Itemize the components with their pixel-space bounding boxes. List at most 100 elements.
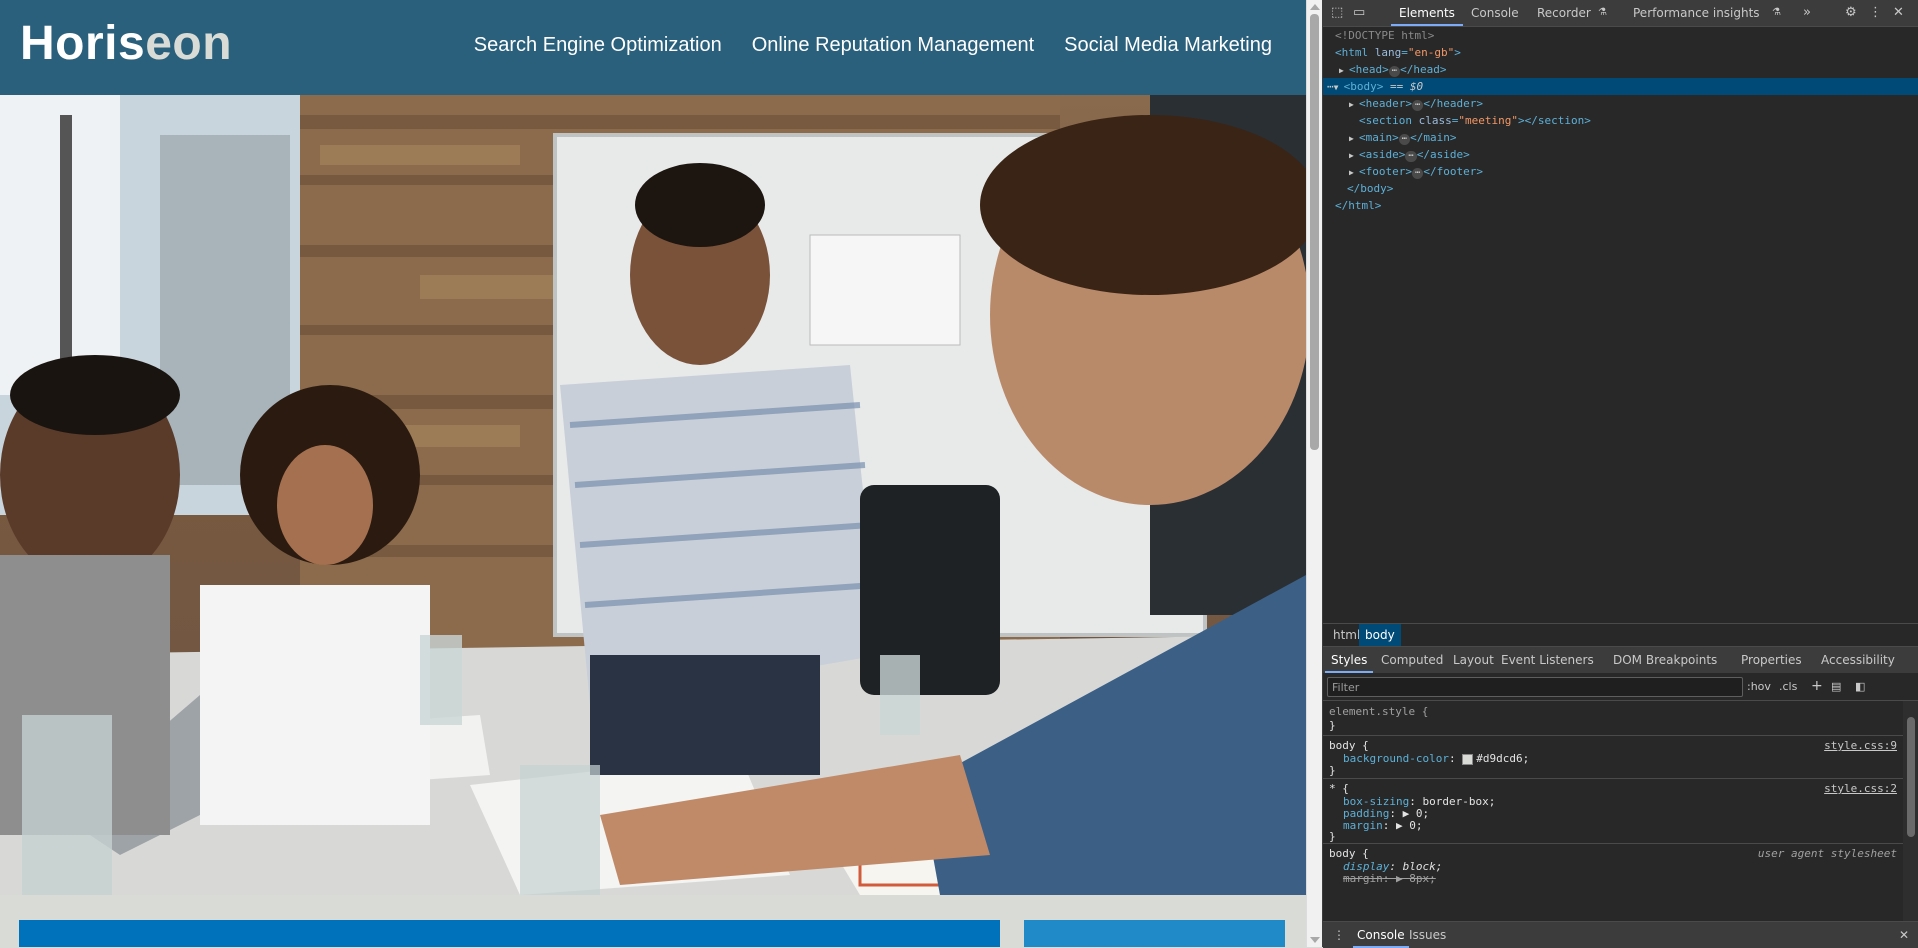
site-logo[interactable]: Horiseon bbox=[20, 16, 232, 71]
dom-node-html[interactable]: <html lang="en-gb"> bbox=[1323, 44, 1918, 61]
scroll-down-arrow-icon[interactable] bbox=[1310, 937, 1320, 943]
devtools-tab-bar: ⬚ ▭ Elements Console Recorder ⚗ Performa… bbox=[1323, 0, 1918, 27]
expand-triangle-icon[interactable]: ▶ bbox=[1339, 62, 1349, 79]
dom-node-header[interactable]: ▶ <header> ⋯ </header> bbox=[1323, 95, 1918, 112]
dom-node-body-close[interactable]: </body> bbox=[1323, 180, 1918, 197]
expand-triangle-icon[interactable]: ▶ bbox=[1349, 130, 1359, 147]
tab-dom-breakpoints[interactable]: DOM Breakpoints bbox=[1613, 647, 1717, 673]
section-attr-value: "meeting" bbox=[1458, 114, 1518, 127]
experiment-flask-icon: ⚗ bbox=[1772, 7, 1781, 18]
aside-close-tag: aside bbox=[1430, 148, 1464, 161]
nav-link-seo[interactable]: Search Engine Optimization bbox=[474, 34, 722, 57]
new-style-rule-icon[interactable]: + bbox=[1811, 673, 1823, 700]
page-scrollbar[interactable] bbox=[1306, 0, 1323, 947]
drawer-menu-icon[interactable]: ⋮ bbox=[1333, 922, 1345, 948]
breadcrumb-body[interactable]: body bbox=[1359, 624, 1401, 646]
dom-node-section[interactable]: <section class="meeting"></section> bbox=[1323, 112, 1918, 129]
expand-triangle-icon[interactable]: ▶ bbox=[1349, 164, 1359, 181]
drawer-tab-console[interactable]: Console bbox=[1353, 922, 1409, 948]
ellipsis-badge[interactable]: ⋯ bbox=[1412, 100, 1424, 111]
rule-selector[interactable]: body { bbox=[1329, 847, 1369, 861]
styles-scrollbar[interactable] bbox=[1903, 701, 1918, 921]
rule-source-link[interactable]: style.css:9 bbox=[1824, 739, 1897, 753]
rule-close-brace: } bbox=[1329, 830, 1336, 843]
rule-selector[interactable]: * { bbox=[1329, 782, 1349, 796]
ellipsis-badge[interactable]: ⋯ bbox=[1398, 134, 1411, 145]
html-attr-value: "en-gb" bbox=[1407, 46, 1455, 59]
dom-node-main[interactable]: ▶ <main> ⋯ </main> bbox=[1323, 129, 1918, 146]
ellipsis-badge[interactable]: ⋯ bbox=[1388, 66, 1401, 77]
styles-filter-input[interactable] bbox=[1327, 677, 1743, 697]
close-drawer-icon[interactable]: ✕ bbox=[1899, 922, 1909, 948]
scroll-up-arrow-icon[interactable] bbox=[1310, 4, 1320, 10]
style-rule-universal: * { style.css:2 box-sizing: border-box; … bbox=[1323, 779, 1903, 844]
element-style-selector[interactable]: element.style { bbox=[1329, 705, 1428, 719]
ellipsis-badge[interactable]: ⋯ bbox=[1412, 168, 1424, 179]
style-rule-element: element.style { } bbox=[1323, 701, 1903, 736]
kebab-menu-icon[interactable]: ⋮ bbox=[1869, 0, 1882, 26]
rule-source-link[interactable]: style.css:2 bbox=[1824, 782, 1897, 796]
paint-brush-icon[interactable]: ▤ bbox=[1831, 673, 1841, 700]
property-name: margin bbox=[1343, 819, 1383, 832]
nav-link-social[interactable]: Social Media Marketing bbox=[1064, 34, 1272, 57]
more-actions-icon[interactable]: ⋯ bbox=[1327, 80, 1334, 93]
main-tag: main bbox=[1365, 131, 1393, 144]
hero-photo-illustration bbox=[0, 95, 1306, 895]
tab-console[interactable]: Console bbox=[1471, 0, 1519, 26]
property-name: background-color bbox=[1343, 752, 1449, 765]
styles-pane: element.style { } body { style.css:9 bac… bbox=[1323, 701, 1903, 921]
tab-styles[interactable]: Styles bbox=[1324, 647, 1374, 673]
tab-event-listeners[interactable]: Event Listeners bbox=[1501, 647, 1594, 673]
toggle-sidebar-icon[interactable]: ◧ bbox=[1855, 673, 1865, 700]
logo-text-accent: eon bbox=[145, 17, 233, 70]
tab-recorder[interactable]: Recorder bbox=[1537, 0, 1591, 26]
section-tag: section bbox=[1365, 114, 1412, 127]
style-declaration[interactable]: background-color: #d9dcd6; bbox=[1343, 752, 1529, 766]
dom-node-head[interactable]: ▶ <head> ⋯ </head> bbox=[1323, 61, 1918, 78]
tab-layout[interactable]: Layout bbox=[1453, 647, 1494, 673]
dom-node-aside[interactable]: ▶ <aside> ⋯ </aside> bbox=[1323, 146, 1918, 163]
dom-node-body[interactable]: ⋯▼ <body> == $0 bbox=[1323, 78, 1918, 95]
head-close-tag: head bbox=[1413, 63, 1440, 76]
tab-accessibility[interactable]: Accessibility bbox=[1821, 647, 1895, 673]
page-scroll-thumb[interactable] bbox=[1310, 14, 1319, 450]
expand-triangle-icon[interactable]: ▶ bbox=[1349, 147, 1359, 164]
selected-node-marker: == $0 bbox=[1390, 80, 1424, 93]
tab-performance-insights[interactable]: Performance insights bbox=[1633, 0, 1760, 26]
section-close-tag: section bbox=[1537, 114, 1585, 127]
close-icon[interactable]: ✕ bbox=[1893, 0, 1904, 26]
breadcrumb: html body bbox=[1323, 623, 1918, 646]
dom-node-html-close[interactable]: </html> bbox=[1323, 197, 1918, 214]
rule-close-brace: } bbox=[1329, 719, 1336, 732]
class-toggle[interactable]: .cls bbox=[1779, 673, 1797, 700]
chevron-double-right-icon[interactable]: » bbox=[1803, 0, 1811, 26]
tab-computed[interactable]: Computed bbox=[1381, 647, 1443, 673]
nav-link-reputation[interactable]: Online Reputation Management bbox=[752, 34, 1034, 57]
dom-node-footer[interactable]: ▶ <footer> ⋯ </footer> bbox=[1323, 163, 1918, 180]
header-tag: header bbox=[1365, 97, 1406, 110]
hover-state-toggle[interactable]: :hov bbox=[1747, 673, 1771, 700]
style-declaration[interactable]: margin: ▶ 0; bbox=[1343, 819, 1423, 833]
overridden-declaration[interactable]: margin: ▶ 8px; bbox=[1343, 872, 1436, 886]
collapse-triangle-icon[interactable]: ▼ bbox=[1334, 79, 1344, 96]
inspect-element-icon[interactable]: ⬚ bbox=[1331, 0, 1343, 26]
dom-node-doctype[interactable]: <!DOCTYPE html> bbox=[1323, 27, 1918, 44]
gear-icon[interactable]: ⚙ bbox=[1845, 0, 1857, 26]
styles-scroll-thumb[interactable] bbox=[1907, 717, 1915, 837]
device-toolbar-icon[interactable]: ▭ bbox=[1353, 0, 1365, 26]
ellipsis-badge[interactable]: ⋯ bbox=[1405, 151, 1417, 162]
drawer-tab-issues[interactable]: Issues bbox=[1409, 922, 1446, 948]
property-value: ▶ 0; bbox=[1396, 819, 1423, 832]
expand-triangle-icon[interactable]: ▶ bbox=[1349, 96, 1359, 113]
rule-selector[interactable]: body { bbox=[1329, 739, 1369, 753]
aside-content-block bbox=[1024, 920, 1285, 947]
hero-image bbox=[0, 95, 1306, 895]
tab-properties[interactable]: Properties bbox=[1741, 647, 1802, 673]
body-close-tag: </body> bbox=[1347, 182, 1394, 195]
devtools-panel: ⬚ ▭ Elements Console Recorder ⚗ Performa… bbox=[1322, 0, 1918, 948]
color-swatch[interactable] bbox=[1462, 753, 1474, 765]
tab-elements[interactable]: Elements bbox=[1391, 0, 1463, 26]
style-rule-user-agent: body { user agent stylesheet display: bl… bbox=[1323, 844, 1903, 921]
property-value: #d9dcd6; bbox=[1476, 752, 1530, 765]
doctype-text: <!DOCTYPE html> bbox=[1335, 29, 1435, 42]
